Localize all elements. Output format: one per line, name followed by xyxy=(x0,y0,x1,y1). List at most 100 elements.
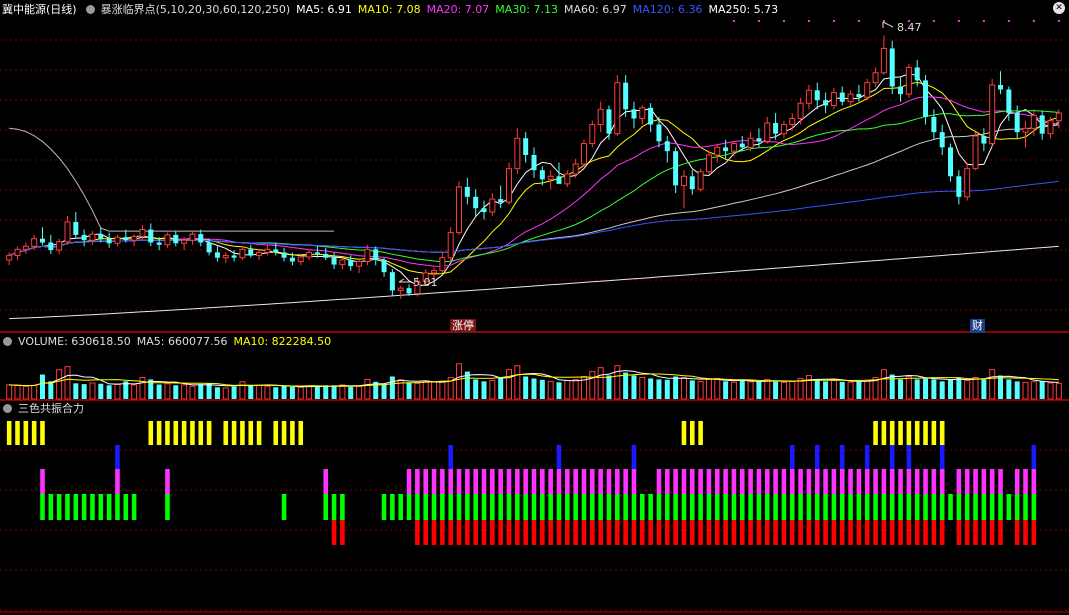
volume-bar xyxy=(656,379,662,399)
volume-bar xyxy=(139,376,146,400)
green-signal-bar xyxy=(665,494,670,520)
volume-bar xyxy=(414,382,421,400)
red-signal-bar xyxy=(415,520,420,545)
magenta-signal-bar xyxy=(714,469,720,494)
magenta-signal-bar xyxy=(823,469,828,494)
volume-bar xyxy=(739,380,745,399)
magenta-signal-bar xyxy=(831,469,837,494)
green-signal-bar xyxy=(839,494,845,520)
candle-body xyxy=(239,248,246,259)
green-signal-bar xyxy=(165,494,170,520)
green-signal-bar xyxy=(40,494,45,520)
red-signal-bar xyxy=(848,520,853,545)
candle-body xyxy=(431,270,438,274)
magenta-signal-bar xyxy=(998,469,1003,494)
yellow-signal-bar xyxy=(256,421,262,445)
candle-body xyxy=(206,242,212,253)
volume-bar xyxy=(98,383,104,399)
green-signal-bar xyxy=(465,494,470,520)
yellow-signal-bar xyxy=(881,421,887,445)
top-dot xyxy=(832,20,835,22)
volume-bar xyxy=(1047,382,1054,400)
magenta-signal-bar xyxy=(1023,469,1028,494)
signal-panel-header: 三色共振合力 xyxy=(0,400,90,418)
volume-bar xyxy=(264,385,271,400)
volume-bar xyxy=(673,376,679,399)
magenta-signal-bar xyxy=(656,469,662,494)
volume-bar xyxy=(64,366,71,400)
volume-bar xyxy=(173,385,179,399)
yellow-signal-bar xyxy=(931,421,937,445)
indicator-dropdown-icon[interactable] xyxy=(85,5,95,14)
green-signal-bar xyxy=(556,494,562,520)
magenta-signal-bar xyxy=(756,469,762,494)
volume-bar xyxy=(356,385,363,400)
candle-body xyxy=(648,107,654,125)
red-signal-bar xyxy=(998,520,1003,545)
blue-signal-bar xyxy=(631,445,637,469)
indicator-name[interactable]: 暴涨临界点(5,10,20,30,60,120,250) xyxy=(101,3,291,16)
volume-bar xyxy=(56,369,63,400)
red-signal-bar xyxy=(631,520,637,545)
magenta-signal-bar xyxy=(989,469,995,494)
green-signal-bar xyxy=(431,494,437,520)
volume-panel-header: VOLUME: 630618.50 MA5: 660077.56 MA10: 822… xyxy=(0,333,343,351)
volume-bar xyxy=(889,374,895,399)
signal-dropdown-icon[interactable] xyxy=(3,404,12,413)
candle-body xyxy=(481,208,487,213)
upper-envelope-line xyxy=(9,127,335,232)
red-signal-bar xyxy=(648,520,653,545)
yellow-signal-bar xyxy=(223,421,229,445)
volume-bar xyxy=(905,375,912,400)
red-signal-bar xyxy=(573,520,578,545)
candle-body xyxy=(323,253,329,258)
candle-body xyxy=(631,109,637,119)
green-signal-bar xyxy=(931,494,937,520)
candle-body xyxy=(473,196,479,209)
volume-bar xyxy=(14,384,21,400)
candle-body xyxy=(106,238,112,244)
candle-body xyxy=(389,272,395,291)
volume-bar xyxy=(498,377,504,399)
red-signal-bar xyxy=(706,520,712,545)
candle-body xyxy=(531,154,537,171)
red-signal-bar xyxy=(448,520,453,545)
yellow-signal-bar xyxy=(231,421,237,445)
magenta-signal-bar xyxy=(1031,469,1037,494)
red-signal-bar xyxy=(764,520,770,545)
magenta-signal-bar xyxy=(556,469,562,494)
magenta-signal-bar xyxy=(590,469,595,494)
magenta-signal-bar xyxy=(798,469,803,494)
green-signal-bar xyxy=(598,494,603,520)
ma250-line xyxy=(9,245,1059,320)
volume-bar xyxy=(880,369,887,400)
red-signal-bar xyxy=(823,520,828,545)
top-dot xyxy=(1032,20,1035,22)
finance-marker[interactable]: 财 xyxy=(970,319,985,333)
volume-bar xyxy=(206,383,212,399)
green-signal-bar xyxy=(914,494,920,520)
green-signal-bar xyxy=(831,494,837,520)
zhangting-marker[interactable]: 涨停 xyxy=(450,319,476,333)
candle-body xyxy=(14,248,21,256)
candle-body xyxy=(673,151,679,186)
yellow-signal-bar xyxy=(281,421,287,445)
volume-dropdown-icon[interactable] xyxy=(3,337,12,346)
red-signal-bar xyxy=(923,520,928,545)
green-signal-bar xyxy=(640,494,645,520)
candle-body xyxy=(689,176,695,190)
volume-bar xyxy=(1039,381,1045,399)
low-price-label: 5.01 xyxy=(413,276,438,289)
yellow-signal-bar xyxy=(190,421,195,445)
close-icon[interactable]: ✕ xyxy=(1053,2,1065,14)
volume-bar xyxy=(22,385,29,400)
red-signal-bar xyxy=(798,520,803,545)
red-signal-bar xyxy=(989,520,995,545)
magenta-signal-bar xyxy=(889,469,895,494)
red-signal-bar xyxy=(548,520,553,545)
green-signal-bar xyxy=(1031,494,1037,520)
volume-bar xyxy=(680,376,687,400)
candle-body xyxy=(281,252,287,258)
green-signal-bar xyxy=(1014,494,1020,520)
chart-canvas[interactable]: 8.47 5.01 xyxy=(0,0,1069,615)
